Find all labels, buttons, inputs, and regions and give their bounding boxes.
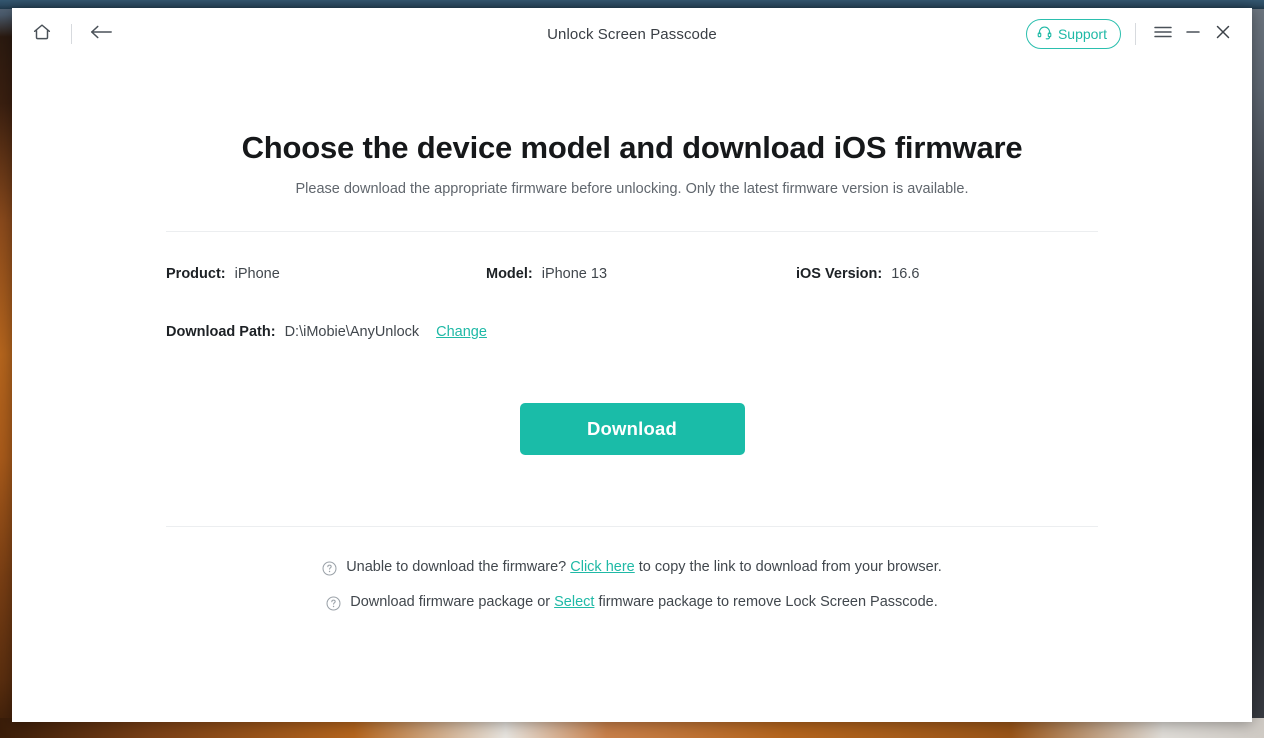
support-button[interactable]: Support (1025, 19, 1121, 49)
close-button[interactable] (1208, 19, 1238, 49)
page-subtitle: Please download the appropriate firmware… (295, 181, 969, 197)
download-path-row: Download Path: D:\iMobie\AnyUnlock Chang… (166, 324, 1098, 340)
download-button-container: Download (166, 403, 1098, 455)
page-title: Choose the device model and download iOS… (241, 130, 1023, 165)
model-label: Model: (486, 266, 533, 282)
back-button[interactable] (81, 17, 121, 51)
help-text-download-issue: Unable to download the firmware? Click h… (346, 559, 942, 575)
device-info-block: Product: iPhone Model: iPhone 13 iOS Ver… (102, 266, 1162, 455)
question-mark-circle-icon (326, 596, 341, 611)
headset-icon (1037, 25, 1052, 43)
help-block: Unable to download the firmware? Click h… (102, 559, 1162, 610)
product-label: Product: (166, 266, 226, 282)
top-divider (166, 231, 1098, 232)
title-bar: Unlock Screen Passcode Support (12, 8, 1252, 60)
bottom-divider (166, 526, 1098, 527)
application-window: Unlock Screen Passcode Support Choose th… (12, 8, 1252, 722)
home-button[interactable] (22, 17, 62, 51)
ios-version-value: 16.6 (891, 266, 920, 282)
ios-version-label: iOS Version: (796, 266, 883, 282)
download-path-field: Download Path: D:\iMobie\AnyUnlock Chang… (166, 324, 487, 340)
help-text-select-package: Download firmware package or Select firm… (350, 594, 938, 610)
download-path-value: D:\iMobie\AnyUnlock (284, 324, 420, 340)
main-content: Choose the device model and download iOS… (12, 60, 1252, 722)
select-package-link[interactable]: Select (554, 594, 594, 610)
help-row-select-package: Download firmware package or Select firm… (166, 594, 1098, 610)
minimize-button[interactable] (1178, 19, 1208, 49)
download-button[interactable]: Download (519, 403, 745, 455)
model-field: Model: iPhone 13 (486, 266, 796, 282)
title-bar-right-divider (1135, 23, 1136, 45)
help-text-part2: firmware package to remove Lock Screen P… (598, 594, 938, 610)
title-bar-left-controls (22, 17, 121, 51)
back-arrow-icon (89, 22, 113, 47)
product-field: Product: iPhone (166, 266, 486, 282)
product-value: iPhone (234, 266, 280, 282)
download-path-label: Download Path: (166, 324, 276, 340)
support-button-label: Support (1057, 26, 1107, 42)
help-text-part2: to copy the link to download from your b… (638, 559, 942, 575)
minimize-icon (1184, 24, 1202, 45)
home-icon (31, 21, 53, 48)
close-icon (1214, 23, 1232, 46)
help-text-part1: Unable to download the firmware? (346, 559, 567, 575)
menu-button[interactable] (1148, 19, 1178, 49)
change-path-link[interactable]: Change (436, 324, 487, 340)
ios-version-field: iOS Version: 16.6 (796, 266, 1098, 282)
question-mark-circle-icon (322, 561, 337, 576)
title-bar-right-controls: Support (1025, 19, 1238, 49)
help-row-download-issue: Unable to download the firmware? Click h… (166, 559, 1098, 575)
model-value: iPhone 13 (541, 266, 608, 282)
click-here-link[interactable]: Click here (570, 559, 634, 575)
help-text-part1: Download firmware package or (350, 594, 551, 610)
title-bar-divider (71, 24, 72, 44)
hamburger-menu-icon (1153, 24, 1173, 45)
device-info-row: Product: iPhone Model: iPhone 13 iOS Ver… (166, 266, 1098, 282)
